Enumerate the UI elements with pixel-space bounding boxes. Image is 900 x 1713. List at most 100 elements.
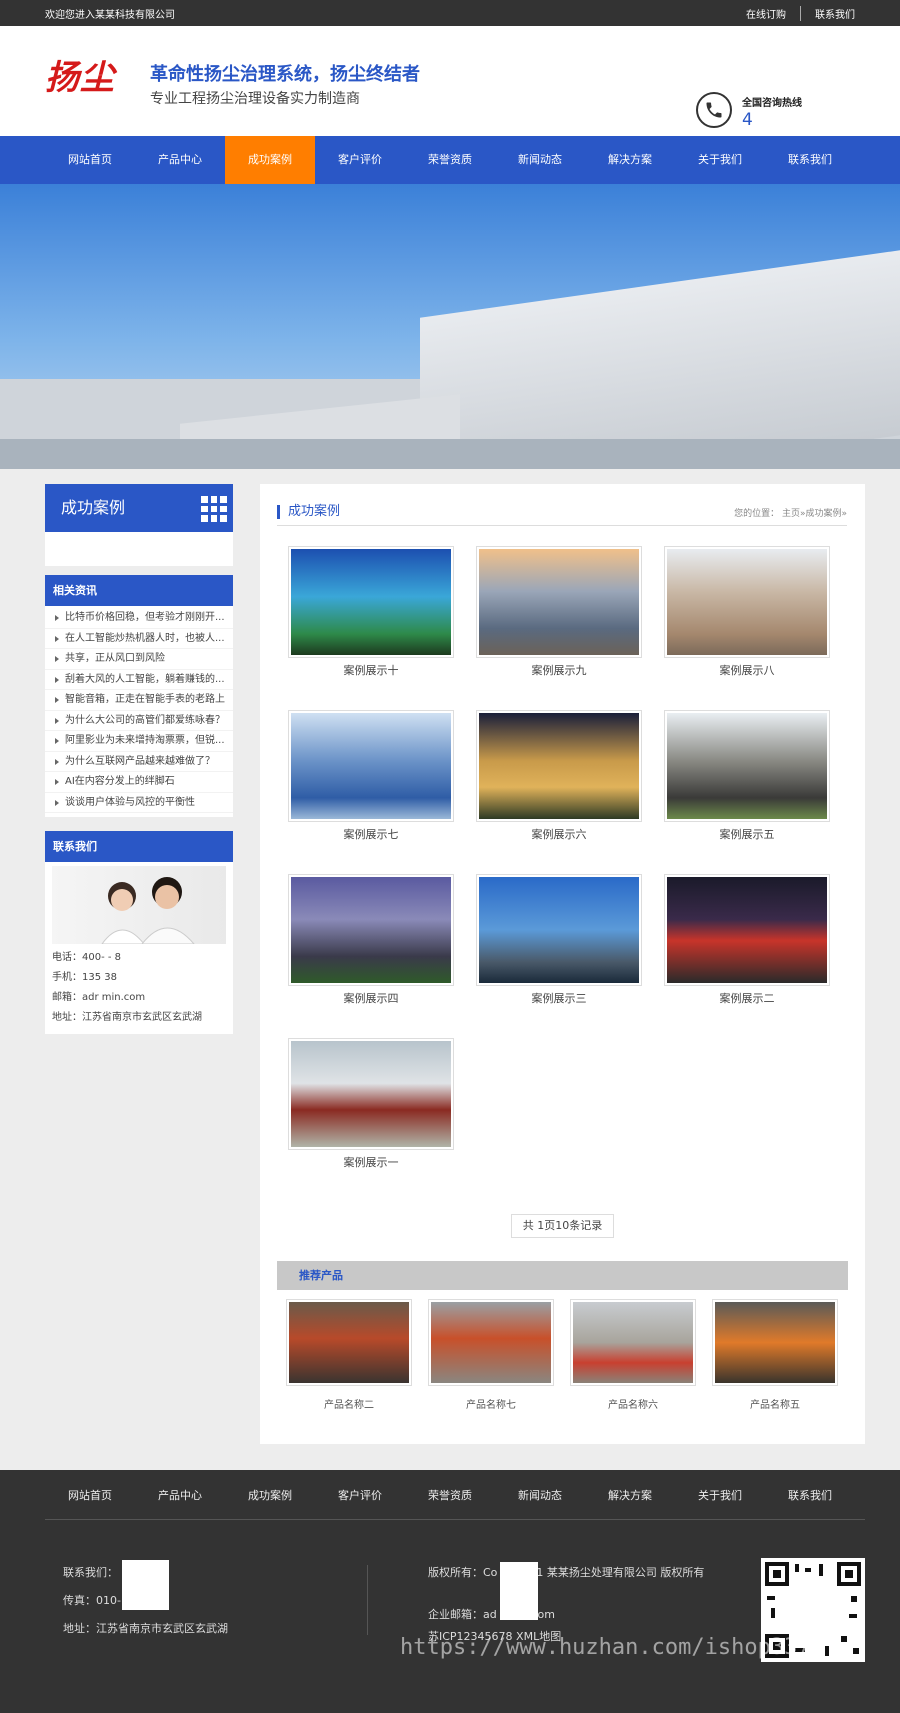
footer-nav-item[interactable]: 联系我们 bbox=[765, 1487, 855, 1503]
footer-divider bbox=[367, 1565, 368, 1635]
contact-head: 联系我们 bbox=[45, 831, 233, 862]
footer-fax: 传真：010- 8 bbox=[63, 1594, 132, 1607]
grid-icon bbox=[201, 496, 227, 522]
product-card[interactable]: 产品名称五 bbox=[712, 1299, 838, 1411]
nav-item[interactable]: 产品中心 bbox=[135, 136, 225, 184]
banner-building bbox=[420, 250, 900, 469]
case-image[interactable] bbox=[288, 710, 454, 822]
case-caption[interactable]: 案例展示八 bbox=[664, 662, 830, 678]
nav-item[interactable]: 关于我们 bbox=[675, 136, 765, 184]
news-item[interactable]: 比特币价格回稳，但考验才刚刚开... bbox=[45, 608, 233, 629]
footer-nav-item[interactable]: 客户评价 bbox=[315, 1487, 405, 1503]
logo[interactable]: 扬尘 bbox=[45, 56, 129, 100]
main-nav: 网站首页 产品中心 成功案例 客户评价 荣誉资质 新闻动态 解决方案 关于我们 联系我们 bbox=[0, 136, 900, 184]
case-caption[interactable]: 案例展示二 bbox=[664, 990, 830, 1006]
case-card[interactable]: 案例展示一 bbox=[288, 1038, 454, 1170]
news-item[interactable]: 共享，正从风口到风险 bbox=[45, 649, 233, 670]
product-caption[interactable]: 产品名称七 bbox=[428, 1396, 554, 1411]
product-caption[interactable]: 产品名称五 bbox=[712, 1396, 838, 1411]
case-caption[interactable]: 案例展示四 bbox=[288, 990, 454, 1006]
online-order-link[interactable]: 在线订购 bbox=[746, 6, 786, 21]
case-caption[interactable]: 案例展示五 bbox=[664, 826, 830, 842]
footer-nav: 网站首页 产品中心 成功案例 客户评价 荣誉资质 新闻动态 解决方案 关于我们 联系我们 bbox=[45, 1470, 865, 1520]
footer-nav-item[interactable]: 成功案例 bbox=[225, 1487, 315, 1503]
news-item[interactable]: AI在内容分发上的绊脚石 bbox=[45, 772, 233, 793]
customer-service-photo bbox=[52, 866, 226, 945]
nav-item[interactable]: 联系我们 bbox=[765, 136, 855, 184]
case-card[interactable]: 案例展示十 bbox=[288, 546, 454, 678]
footer-address: 地址：江苏省南京市玄武区玄武湖 bbox=[63, 1622, 228, 1635]
banner-building bbox=[0, 439, 900, 469]
case-caption[interactable]: 案例展示六 bbox=[476, 826, 642, 842]
product-card[interactable]: 产品名称七 bbox=[428, 1299, 554, 1411]
case-card[interactable]: 案例展示八 bbox=[664, 546, 830, 678]
news-item[interactable]: 在人工智能炒热机器人时，也被人... bbox=[45, 629, 233, 649]
case-card[interactable]: 案例展示五 bbox=[664, 710, 830, 842]
product-card[interactable]: 产品名称六 bbox=[570, 1299, 696, 1411]
footer-contact: 联系我们： 888 传真：010- 8 地址：江苏省南京市玄武区玄武湖 bbox=[63, 1566, 333, 1636]
footer-phone: 联系我们： 888 bbox=[63, 1566, 143, 1579]
header: 扬尘 革命性扬尘治理系统，扬尘终结者 专业工程扬尘治理设备实力制造商 全国咨询热… bbox=[0, 26, 900, 136]
case-image[interactable] bbox=[288, 1038, 454, 1150]
sidebar-blank bbox=[45, 532, 233, 566]
case-caption[interactable]: 案例展示三 bbox=[476, 990, 642, 1006]
news-head: 相关资讯 bbox=[45, 575, 233, 606]
pagination-info: 共 1页10条记录 bbox=[511, 1214, 614, 1238]
nav-item[interactable]: 新闻动态 bbox=[495, 136, 585, 184]
footer-nav-item[interactable]: 网站首页 bbox=[45, 1487, 135, 1503]
product-caption[interactable]: 产品名称六 bbox=[570, 1396, 696, 1411]
product-image[interactable] bbox=[570, 1299, 696, 1386]
footer-nav-item[interactable]: 关于我们 bbox=[675, 1487, 765, 1503]
footer-nav-item[interactable]: 新闻动态 bbox=[495, 1487, 585, 1503]
case-caption[interactable]: 案例展示七 bbox=[288, 826, 454, 842]
footer-nav-item[interactable]: 产品中心 bbox=[135, 1487, 225, 1503]
news-item[interactable]: 阿里影业为未来增持淘票票，但锐... bbox=[45, 731, 233, 752]
case-image[interactable] bbox=[476, 874, 642, 986]
footer-copyright: 版权所有：Co © 2021 某某扬尘处理有限公司 版权所有 bbox=[428, 1566, 705, 1579]
product-image[interactable] bbox=[286, 1299, 412, 1386]
case-card[interactable]: 案例展示九 bbox=[476, 546, 642, 678]
case-card[interactable]: 案例展示七 bbox=[288, 710, 454, 842]
case-image[interactable] bbox=[476, 710, 642, 822]
news-item[interactable]: 智能音箱，正走在智能手表的老路上 bbox=[45, 690, 233, 711]
product-card[interactable]: 产品名称二 bbox=[286, 1299, 412, 1411]
nav-item[interactable]: 荣誉资质 bbox=[405, 136, 495, 184]
news-item[interactable]: 为什么互联网产品越来越难做了？ bbox=[45, 752, 233, 772]
footer-nav-item[interactable]: 荣誉资质 bbox=[405, 1487, 495, 1503]
nav-item[interactable]: 客户评价 bbox=[315, 136, 405, 184]
news-item[interactable]: 为什么大公司的高管们都爱练咏春？ bbox=[45, 711, 233, 731]
breadcrumb[interactable]: 您的位置： 主页»成功案例» bbox=[734, 506, 847, 519]
case-image[interactable] bbox=[288, 546, 454, 658]
case-caption[interactable]: 案例展示一 bbox=[288, 1154, 454, 1170]
contact-us-link[interactable]: 联系我们 bbox=[800, 5, 855, 21]
case-card[interactable]: 案例展示二 bbox=[664, 874, 830, 1006]
case-image[interactable] bbox=[664, 546, 830, 658]
nav-item[interactable]: 成功案例 bbox=[225, 136, 315, 184]
sidebar-title-text: 成功案例 bbox=[61, 498, 126, 517]
footer-nav-item[interactable]: 解决方案 bbox=[585, 1487, 675, 1503]
case-caption[interactable]: 案例展示九 bbox=[476, 662, 642, 678]
case-card[interactable]: 案例展示六 bbox=[476, 710, 642, 842]
product-caption[interactable]: 产品名称二 bbox=[286, 1396, 412, 1411]
hotline-label: 全国咨询热线 bbox=[742, 98, 802, 109]
banner-image bbox=[0, 184, 900, 469]
contact-line: 手机：135 38 bbox=[52, 972, 117, 983]
slogan-main: 革命性扬尘治理系统，扬尘终结者 bbox=[150, 64, 420, 85]
case-image[interactable] bbox=[664, 710, 830, 822]
news-item[interactable]: 刮着大风的人工智能，躺着赚钱的... bbox=[45, 670, 233, 690]
case-image[interactable] bbox=[476, 546, 642, 658]
case-image[interactable] bbox=[288, 874, 454, 986]
sidebar-title: 成功案例 bbox=[45, 484, 233, 532]
product-image[interactable] bbox=[428, 1299, 554, 1386]
recommend-head: 推荐产品 bbox=[277, 1261, 848, 1290]
case-image[interactable] bbox=[664, 874, 830, 986]
product-image[interactable] bbox=[712, 1299, 838, 1386]
case-card[interactable]: 案例展示四 bbox=[288, 874, 454, 1006]
case-card[interactable]: 案例展示三 bbox=[476, 874, 642, 1006]
nav-item[interactable]: 网站首页 bbox=[45, 136, 135, 184]
nav-item[interactable]: 解决方案 bbox=[585, 136, 675, 184]
news-item[interactable]: 谈谈用户体验与风控的平衡性 bbox=[45, 793, 233, 813]
main-panel: 成功案例 您的位置： 主页»成功案例» 案例展示十 案例展示九 案例展示八 案例展示七… bbox=[260, 484, 865, 1444]
case-caption[interactable]: 案例展示十 bbox=[288, 662, 454, 678]
watermark: https://www.huzhan.com/ishop3378 bbox=[400, 1635, 824, 1660]
